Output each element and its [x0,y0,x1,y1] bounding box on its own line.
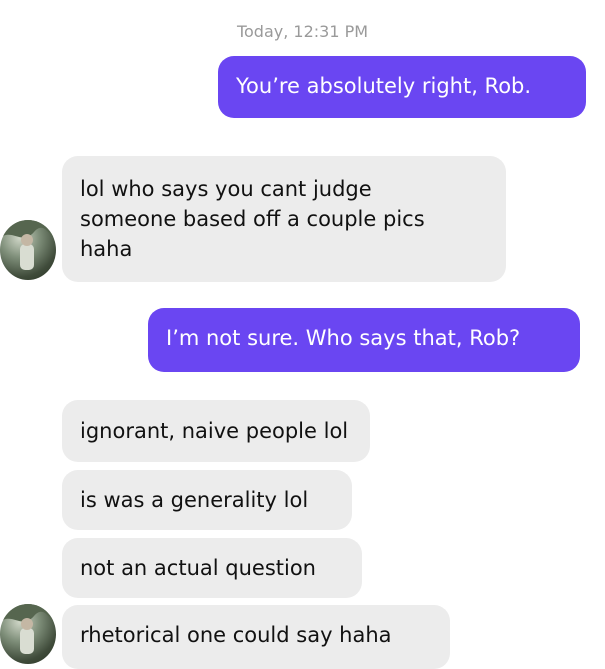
message-text: You’re absolutely right, Rob. [236,74,532,98]
outgoing-message[interactable]: I’m not sure. Who says that, Rob? [148,308,580,372]
incoming-message[interactable]: is was a generality lol [62,470,352,530]
timestamp: Today, 12:31 PM [236,22,369,41]
contact-avatar[interactable] [0,220,56,280]
contact-avatar[interactable] [0,604,56,664]
message-text: not an actual question [80,556,316,580]
message-text: is was a generality lol [80,488,309,512]
avatar-icon [0,604,56,654]
avatar-icon [0,220,56,270]
outgoing-message[interactable]: You’re absolutely right, Rob. [218,56,586,118]
incoming-message[interactable]: not an actual question [62,538,362,598]
incoming-message[interactable]: rhetorical one could say haha [62,605,450,669]
message-text: ignorant, naive people lol [80,419,349,443]
message-text: I’m not sure. Who says that, Rob? [166,326,521,350]
message-line: haha [80,237,133,261]
incoming-message[interactable]: ignorant, naive people lol [62,400,370,462]
incoming-message[interactable]: lol who says you cant judge someone base… [62,156,506,282]
message-line: someone based off a couple pics [80,207,425,231]
conversation-thread: Today, 12:31 PM You’re absolutely right,… [0,0,605,669]
message-line: lol who says you cant judge [80,177,372,201]
message-text: rhetorical one could say haha [80,623,392,647]
